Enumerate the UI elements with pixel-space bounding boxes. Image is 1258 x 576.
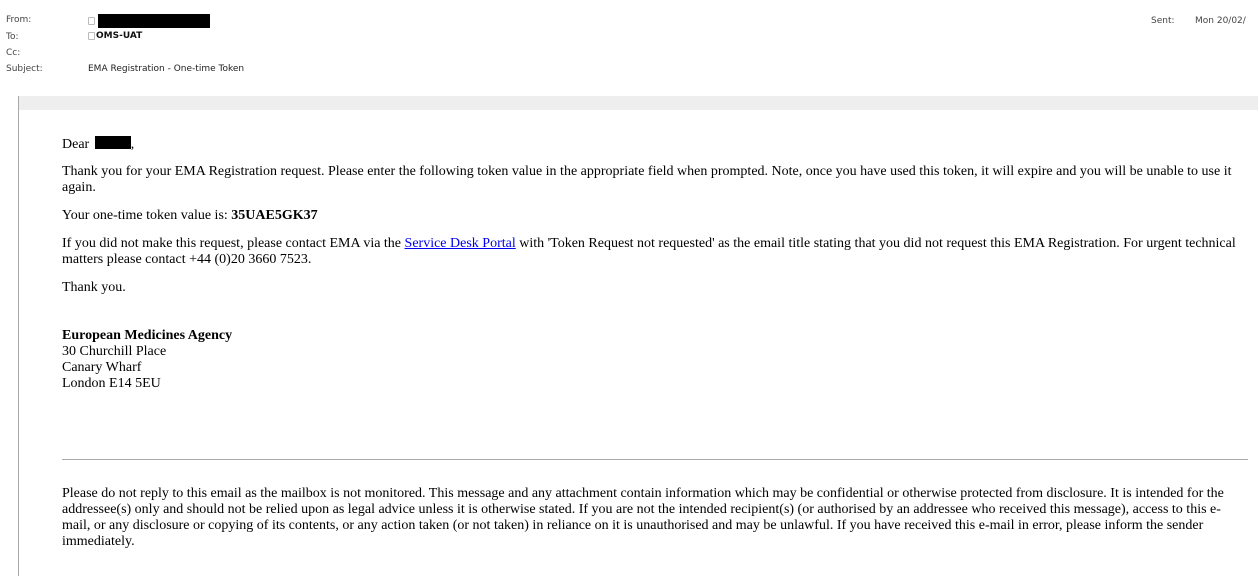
subject-value: EMA Registration - One-time Token <box>88 64 245 74</box>
to-label: To: <box>6 32 19 42</box>
divider <box>62 459 1248 460</box>
to-recipient[interactable]: OMS-UAT <box>96 31 142 41</box>
subject-label: Subject: <box>6 64 43 74</box>
greeting-prefix: Dear <box>62 137 93 152</box>
signature-address-line: London E14 5EU <box>62 376 161 391</box>
from-field[interactable] <box>88 14 210 28</box>
to-field[interactable]: OMS-UAT <box>88 31 142 41</box>
signature-block: European Medicines Agency 30 Churchill P… <box>62 328 1247 392</box>
disclaimer-paragraph: Please do not reply to this email as the… <box>62 486 1224 549</box>
email-header: From: To: OMS-UAT Cc: Subject: EMA Regis… <box>0 0 1258 96</box>
redacted-recipient-name <box>94 136 131 149</box>
contact-prefix: If you did not make this request, please… <box>62 236 405 251</box>
sent-label: Sent: <box>1151 16 1175 26</box>
token-paragraph: Your one-time token value is: 35UAE5GK37 <box>62 208 1247 224</box>
signature-name: European Medicines Agency <box>62 328 233 343</box>
cc-label: Cc: <box>6 48 21 58</box>
message-body: Dear , Thank you for your EMA Registrati… <box>19 110 1258 576</box>
contact-icon <box>88 31 95 40</box>
greeting: Dear , <box>62 136 1247 153</box>
thanks-line: Thank you. <box>62 280 126 295</box>
message-frame-top <box>18 96 1258 110</box>
contact-icon <box>88 17 95 25</box>
contact-paragraph: If you did not make this request, please… <box>62 236 1247 268</box>
token-label: Your one-time token value is: <box>62 208 232 223</box>
token-value: 35UAE5GK37 <box>231 208 318 223</box>
service-desk-portal-link[interactable]: Service Desk Portal <box>405 236 516 251</box>
from-label: From: <box>6 15 32 25</box>
signature-address-line: Canary Wharf <box>62 360 142 375</box>
intro-paragraph: Thank you for your EMA Registration requ… <box>62 164 1232 195</box>
signature-address-line: 30 Churchill Place <box>62 344 167 359</box>
redacted-sender <box>98 14 210 28</box>
greeting-suffix: , <box>130 137 135 152</box>
sent-value: Mon 20/02/ <box>1195 16 1246 26</box>
